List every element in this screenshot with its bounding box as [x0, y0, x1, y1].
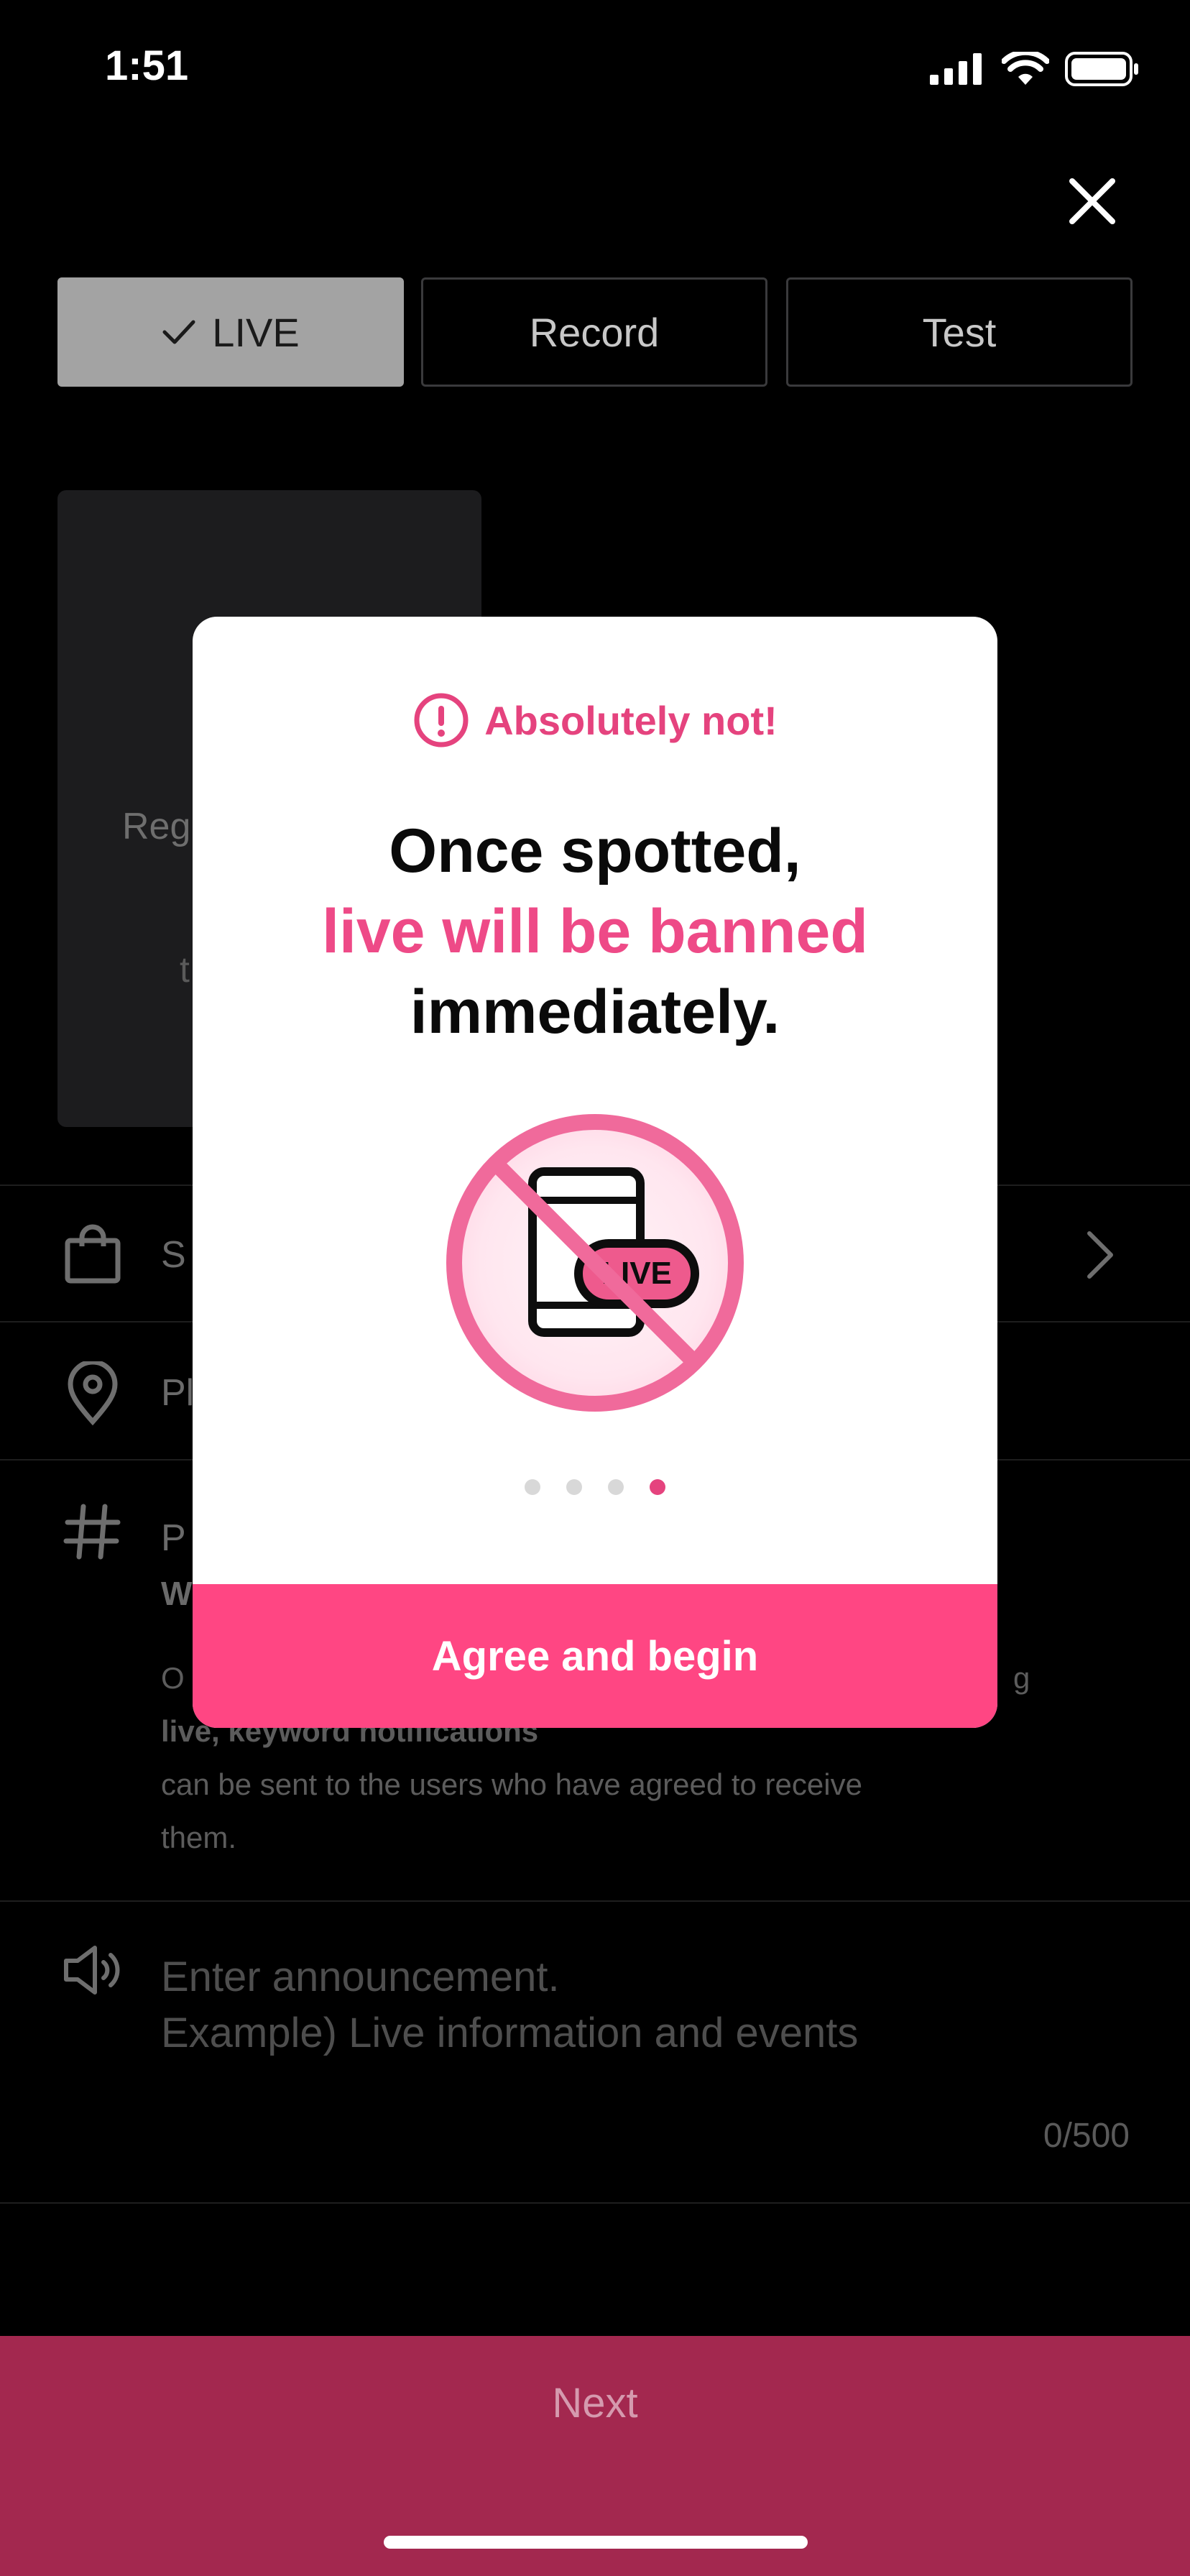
live-rules-modal: Absolutely not! Once spotted, live will …	[193, 617, 997, 1728]
tab-live-label: LIVE	[212, 309, 300, 355]
divider	[0, 1900, 1190, 1902]
exclamation-circle-icon	[414, 693, 469, 748]
headline-line-1: Once spotted,	[389, 816, 801, 886]
announcement-input[interactable]: Enter announcement. Example) Live inform…	[161, 1949, 858, 2061]
tab-live[interactable]: LIVE	[57, 277, 404, 387]
hint-line-4: them.	[161, 1821, 237, 1854]
hashtag-row-label-2: W	[161, 1575, 193, 1612]
status-time: 1:51	[105, 42, 189, 89]
checkmark-icon	[162, 318, 196, 346]
announcement-counter: 0/500	[1043, 2117, 1130, 2155]
hint-line-3: can be sent to the users who have agreed…	[161, 1767, 862, 1801]
hint-line-1-end: g	[1013, 1661, 1030, 1695]
status-icons	[930, 52, 1140, 86]
cellular-signal-icon	[930, 53, 982, 85]
page-dot-active	[650, 1479, 665, 1495]
chevron-right-icon[interactable]	[1082, 1228, 1118, 1282]
hashtag-icon	[63, 1504, 121, 1560]
announcement-placeholder-1: Enter announcement.	[161, 1954, 560, 2000]
home-indicator[interactable]	[384, 2536, 808, 2549]
warning-header: Absolutely not!	[193, 691, 997, 749]
thumbnail-hint-text: Reg	[122, 806, 191, 847]
no-live-phone-illustration: LIVE	[446, 1114, 744, 1412]
page-dot	[566, 1479, 582, 1495]
battery-icon	[1065, 52, 1138, 86]
page-indicator	[193, 1479, 997, 1495]
agree-and-begin-button[interactable]: Agree and begin	[193, 1584, 997, 1728]
hashtag-row-label[interactable]: P	[161, 1517, 186, 1560]
wifi-icon	[1002, 52, 1049, 85]
tab-test-label: Test	[922, 309, 997, 355]
shop-row-label[interactable]: S	[161, 1233, 186, 1276]
modal-headline: Once spotted, live will be banned immedi…	[193, 811, 997, 1052]
next-button-label: Next	[552, 2380, 638, 2426]
shopping-bag-icon	[65, 1224, 121, 1284]
warning-label: Absolutely not!	[484, 697, 778, 743]
headline-line-3: immediately.	[410, 978, 780, 1046]
divider	[0, 2202, 1190, 2204]
tab-record[interactable]: Record	[421, 277, 767, 387]
place-row-label[interactable]: Pl	[161, 1371, 194, 1414]
page-dot	[608, 1479, 624, 1495]
thumbnail-hint-text-2: t	[180, 949, 190, 990]
close-icon[interactable]	[1064, 172, 1121, 230]
tab-test[interactable]: Test	[786, 277, 1133, 387]
tab-record-label: Record	[529, 309, 660, 355]
headline-line-2: live will be banned	[322, 897, 868, 966]
agree-button-label: Agree and begin	[431, 1632, 759, 1680]
location-pin-icon	[68, 1361, 118, 1426]
page-dot	[525, 1479, 540, 1495]
announcement-placeholder-2: Example) Live information and events	[161, 2010, 859, 2056]
megaphone-icon	[64, 1946, 120, 1995]
